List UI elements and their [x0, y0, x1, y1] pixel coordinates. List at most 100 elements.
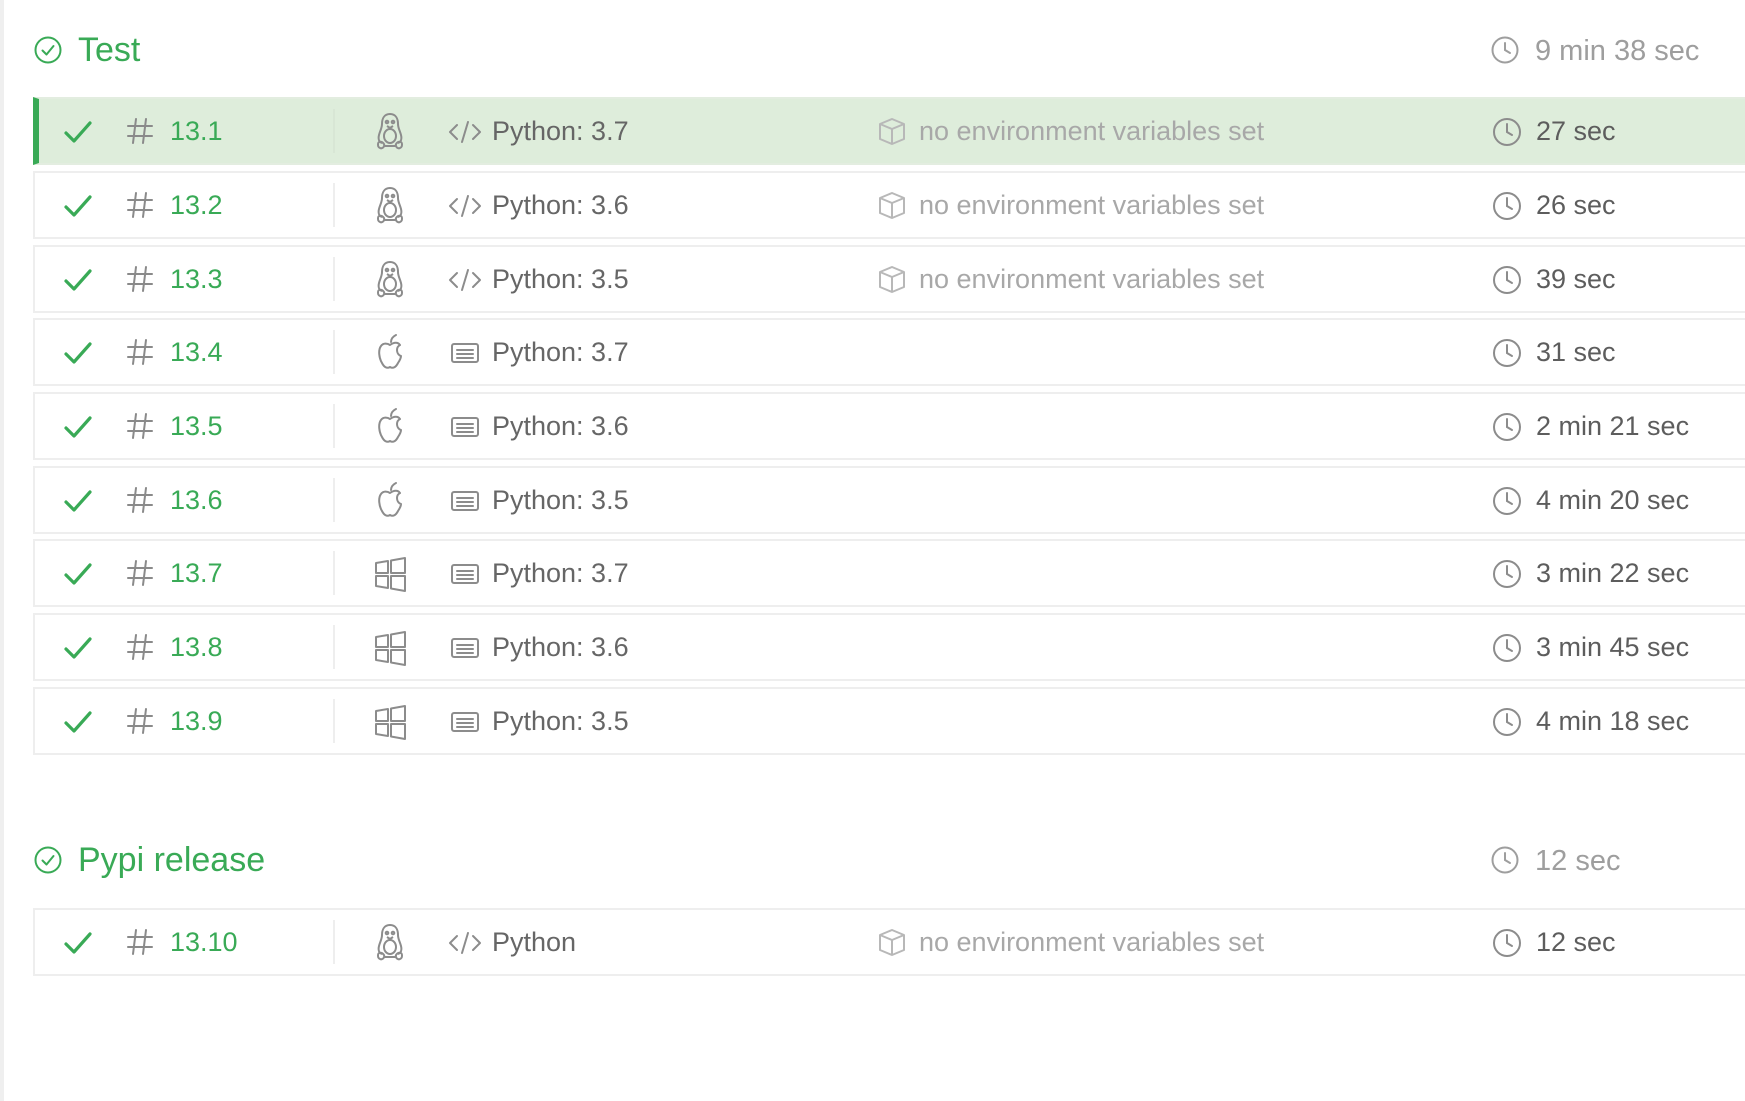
clock-icon [1491, 558, 1523, 590]
job-duration: 3 min 22 sec [1536, 558, 1690, 588]
clock-icon [1491, 190, 1523, 222]
job-number-link[interactable]: 13.6 [170, 468, 223, 532]
stage-header-test: Test 9 min 38 sec [33, 25, 1745, 75]
job-number-link[interactable]: 13.5 [170, 394, 223, 458]
column-divider [333, 183, 335, 227]
clock-icon [1491, 337, 1523, 369]
job-duration: 4 min 18 sec [1536, 706, 1690, 736]
job-number-link[interactable]: 13.7 [170, 541, 223, 605]
check-icon [61, 189, 95, 223]
clock-icon [1491, 485, 1523, 517]
job-row[interactable]: 13.5 Python: 3.6 2 min 21 sec [33, 392, 1745, 460]
job-duration: 12 sec [1536, 927, 1616, 957]
job-env-vars: no environment variables set [919, 264, 1265, 294]
job-language: Python: 3.7 [492, 558, 629, 588]
job-language: Python: 3.7 [492, 337, 629, 367]
windows-icon [371, 553, 409, 595]
job-number-link[interactable]: 13.10 [170, 910, 238, 974]
column-divider [333, 330, 335, 374]
job-duration: 27 sec [1536, 116, 1616, 146]
hash-icon [125, 115, 155, 147]
windows-icon [371, 701, 409, 743]
terminal-icon [448, 488, 482, 514]
job-number-link[interactable]: 13.3 [170, 247, 223, 311]
left-edge-rule [0, 0, 4, 1101]
stage-title: Pypi release [78, 841, 266, 879]
code-icon [448, 193, 482, 219]
apple-icon [371, 332, 409, 374]
clock-icon [1490, 35, 1520, 65]
job-language: Python: 3.5 [492, 485, 629, 515]
job-duration: 31 sec [1536, 337, 1616, 367]
box-icon [876, 115, 908, 147]
job-row[interactable]: 13.1 Python: 3.7 no environment variables … [33, 97, 1745, 165]
clock-icon [1491, 264, 1523, 296]
check-icon [61, 484, 95, 518]
hash-icon [125, 484, 155, 516]
apple-icon [371, 406, 409, 448]
column-divider [333, 699, 335, 743]
job-number-link[interactable]: 13.1 [170, 99, 223, 163]
job-row[interactable]: 13.9 Python: 3.5 4 min 18 sec [33, 687, 1745, 755]
linux-penguin-icon [371, 922, 409, 964]
code-icon [448, 119, 482, 145]
terminal-icon [448, 561, 482, 587]
column-divider [333, 257, 335, 301]
job-duration: 4 min 20 sec [1536, 485, 1690, 515]
job-duration: 26 sec [1536, 190, 1616, 220]
job-row[interactable]: 13.6 Python: 3.5 4 min 20 sec [33, 466, 1745, 534]
job-row[interactable]: 13.4 Python: 3.7 31 sec [33, 318, 1745, 386]
box-icon [876, 189, 908, 221]
job-row[interactable]: 13.10 Python no environment variables set 1… [33, 908, 1745, 976]
hash-icon [125, 631, 155, 663]
clock-icon [1490, 845, 1520, 875]
code-icon [448, 930, 482, 956]
job-row[interactable]: 13.8 Python: 3.6 3 min 45 sec [33, 613, 1745, 681]
job-number-link[interactable]: 13.9 [170, 689, 223, 753]
job-env-vars: no environment variables set [919, 190, 1265, 220]
check-icon [61, 705, 95, 739]
hash-icon [125, 263, 155, 295]
job-language: Python: 3.6 [492, 632, 629, 662]
stage-header-pypi-release: Pypi release 12 sec [33, 835, 1745, 885]
job-row[interactable]: 13.7 Python: 3.7 3 min 22 sec [33, 539, 1745, 607]
stage-duration: 9 min 38 sec [1535, 35, 1700, 67]
job-language: Python: 3.6 [492, 190, 629, 220]
column-divider [333, 109, 335, 153]
hash-icon [125, 189, 155, 221]
job-language: Python: 3.5 [492, 264, 629, 294]
check-circle-icon [33, 35, 63, 65]
box-icon [876, 263, 908, 295]
job-env-vars: no environment variables set [919, 116, 1265, 146]
hash-icon [125, 336, 155, 368]
terminal-icon [448, 340, 482, 366]
hash-icon [125, 705, 155, 737]
job-number-link[interactable]: 13.2 [170, 173, 223, 237]
hash-icon [125, 926, 155, 958]
linux-penguin-icon [371, 185, 409, 227]
job-language: Python: 3.6 [492, 411, 629, 441]
terminal-icon [448, 635, 482, 661]
column-divider [333, 404, 335, 448]
linux-penguin-icon [371, 111, 409, 153]
clock-icon [1491, 706, 1523, 738]
job-number-link[interactable]: 13.8 [170, 615, 223, 679]
job-row[interactable]: 13.3 Python: 3.5 no environment variables … [33, 245, 1745, 313]
job-env-vars: no environment variables set [919, 927, 1265, 957]
clock-icon [1491, 116, 1523, 148]
clock-icon [1491, 411, 1523, 443]
check-icon [61, 926, 95, 960]
column-divider [333, 625, 335, 669]
column-divider [333, 920, 335, 964]
check-circle-icon [33, 845, 63, 875]
box-icon [876, 926, 908, 958]
column-divider [333, 551, 335, 595]
job-number-link[interactable]: 13.4 [170, 320, 223, 384]
clock-icon [1491, 632, 1523, 664]
terminal-icon [448, 709, 482, 735]
stage-title: Test [78, 31, 141, 69]
terminal-icon [448, 414, 482, 440]
code-icon [448, 267, 482, 293]
check-icon [61, 336, 95, 370]
job-row[interactable]: 13.2 Python: 3.6 no environment variables … [33, 171, 1745, 239]
